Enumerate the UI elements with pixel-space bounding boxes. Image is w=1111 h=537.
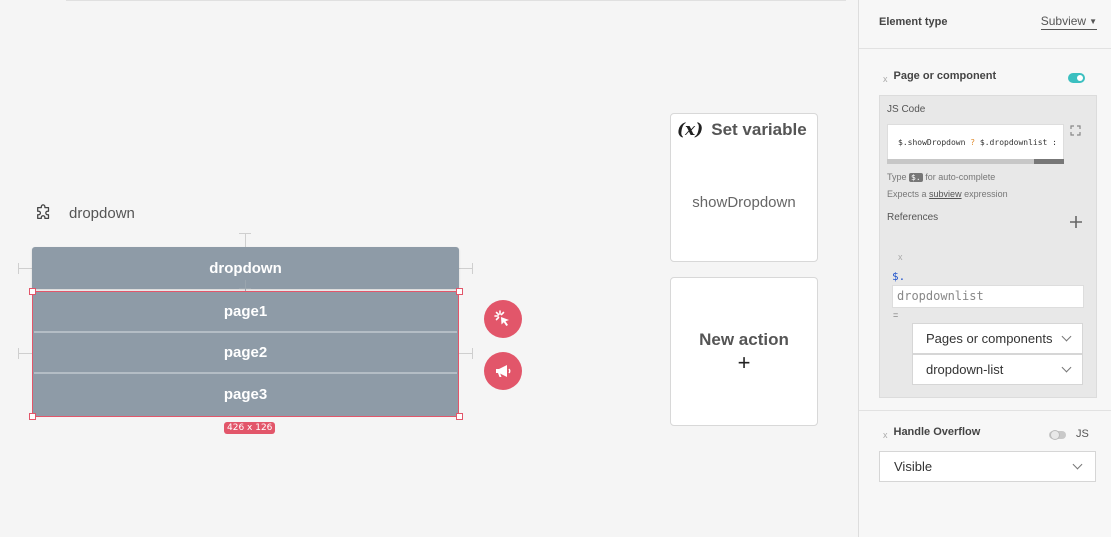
guide-tick: [18, 348, 19, 359]
scrollbar-thumb[interactable]: [1034, 159, 1064, 164]
resize-handle-tl[interactable]: [29, 288, 36, 295]
js-code-editor[interactable]: $.showDropdown ? $.dropdownlist :: [887, 124, 1064, 164]
new-action-card[interactable]: New action +: [670, 277, 818, 426]
announce-action-button[interactable]: [484, 352, 522, 390]
element-type-value: Subview: [1040, 14, 1087, 28]
resize-handle-br[interactable]: [456, 413, 463, 420]
canvas: dropdown dropdown page1 page2 page3 426 …: [0, 0, 858, 537]
subview-link[interactable]: subview: [929, 189, 962, 199]
handle-overflow-js-toggle[interactable]: [1049, 430, 1066, 440]
autocomplete-hint: Type $. for auto-complete: [887, 172, 996, 182]
guide-tick: [18, 263, 19, 274]
divider: [859, 410, 1111, 411]
divider: [859, 48, 1111, 49]
canvas-top-divider: [66, 0, 846, 1]
page-or-component-toggle[interactable]: [1068, 73, 1085, 83]
chevron-down-icon: ▼: [1089, 16, 1097, 26]
remove-icon[interactable]: x: [883, 430, 888, 440]
guide-tick: [472, 348, 473, 359]
chevron-down-icon: [1061, 362, 1072, 373]
element-type-row: Element type Subview ▼: [879, 14, 1097, 30]
list-item[interactable]: page2: [34, 333, 457, 374]
remove-icon[interactable]: x: [883, 74, 888, 84]
add-reference-button[interactable]: [1069, 215, 1083, 229]
guide-right-list: [459, 353, 473, 354]
set-variable-title: Set variable: [711, 120, 807, 139]
component-label[interactable]: dropdown: [35, 204, 135, 222]
expand-icon[interactable]: [1070, 125, 1081, 136]
reference-equals: =: [893, 310, 899, 320]
guide-left-header: [18, 268, 32, 269]
expects-hint: Expects a subview expression: [887, 189, 1008, 199]
megaphone-icon: [496, 365, 511, 377]
guide-tick: [245, 233, 246, 247]
reference-target-select[interactable]: dropdown-list: [912, 354, 1083, 385]
chevron-down-icon: [1072, 459, 1083, 470]
dropdown-list[interactable]: page1 page2 page3: [32, 291, 459, 417]
resize-handle-tr[interactable]: [456, 288, 463, 295]
puzzle-icon: [37, 204, 50, 220]
references-label: References: [887, 212, 939, 223]
js-toggle-label: JS: [1076, 428, 1089, 440]
list-item[interactable]: page3: [34, 374, 457, 415]
new-action-title: New action: [699, 329, 789, 349]
code-scrollbar[interactable]: [887, 159, 1064, 164]
tap-icon: [494, 310, 509, 326]
page-or-component-title: x Page or component: [883, 70, 997, 84]
variable-icon: (x): [677, 120, 704, 140]
handle-overflow-title: x Handle Overflow: [883, 426, 981, 440]
guide-right-header: [459, 268, 473, 269]
js-code-label: JS Code: [887, 104, 926, 115]
component-name: dropdown: [69, 204, 135, 222]
element-type-label: Element type: [879, 16, 948, 28]
set-variable-value: showDropdown: [692, 194, 796, 211]
chevron-down-icon: [1061, 331, 1072, 342]
guide-tick: [472, 263, 473, 274]
guide-left-list: [18, 353, 32, 354]
overflow-select[interactable]: Visible: [879, 451, 1096, 482]
set-variable-card[interactable]: (x) Set variable showDropdown: [670, 113, 818, 262]
reference-prefix: $.: [892, 270, 906, 283]
guide-mid: [239, 288, 251, 289]
remove-reference-icon[interactable]: x: [898, 252, 903, 262]
set-variable-header: (x) Set variable: [677, 120, 807, 140]
list-item[interactable]: page1: [34, 292, 457, 333]
size-badge: 426 x 126: [224, 422, 276, 434]
reference-name-input[interactable]: dropdownlist: [892, 285, 1084, 308]
tap-action-button[interactable]: [484, 300, 522, 338]
reference-type-select[interactable]: Pages or components: [912, 323, 1083, 354]
element-type-select[interactable]: Subview ▼: [1040, 14, 1097, 30]
resize-handle-bl[interactable]: [29, 413, 36, 420]
plus-icon: +: [737, 349, 751, 375]
